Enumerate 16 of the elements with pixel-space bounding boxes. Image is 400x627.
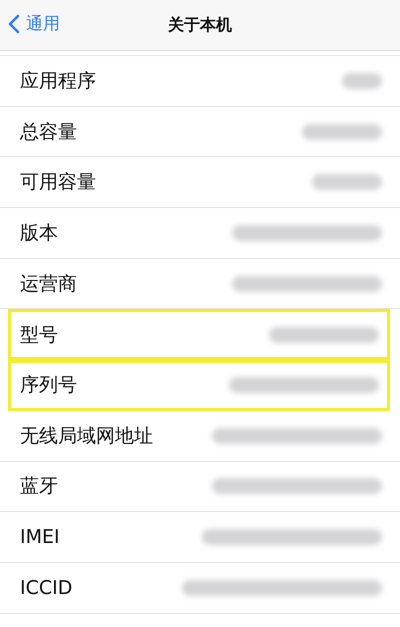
row-label: 运营商 — [20, 272, 77, 297]
row-label: 可用容量 — [20, 170, 96, 196]
row-label: 型号 — [20, 322, 58, 348]
row-label: 总容量 — [20, 120, 77, 145]
page-title: 关于本机 — [168, 14, 232, 36]
row-label: 序列号 — [20, 373, 77, 398]
row-label: 无线局域网地址 — [20, 424, 153, 449]
blurred-value — [342, 72, 382, 89]
row-label: IMEI — [20, 526, 60, 548]
row-label: ICCID — [20, 576, 72, 599]
blurred-value — [312, 174, 382, 190]
row-label: 版本 — [20, 220, 58, 246]
row-label: 蓝牙 — [20, 474, 58, 500]
back-chevron-icon — [8, 14, 20, 34]
back-button[interactable]: 通用 — [8, 12, 60, 35]
row-label: 应用程序 — [20, 68, 96, 94]
